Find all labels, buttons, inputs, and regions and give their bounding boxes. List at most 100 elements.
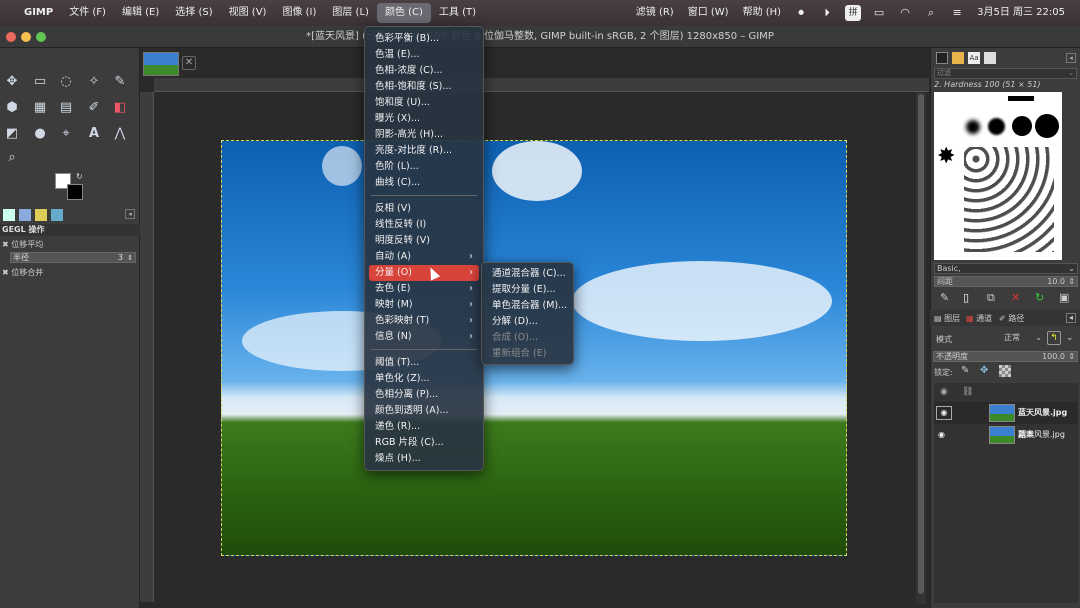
menu-item-colorize[interactable]: 单色化 (Z)...	[369, 371, 479, 387]
menu-item-posterize[interactable]: 色相分离 (P)...	[369, 387, 479, 403]
tab-channels[interactable]: ▦ 通道	[966, 313, 992, 324]
spacing-field[interactable]: 间距 10.0 ⇕	[934, 276, 1078, 287]
brush-preview[interactable]	[1012, 116, 1032, 136]
lasso-tool-icon[interactable]: ◌	[56, 72, 76, 92]
input-method-icon[interactable]: 拼	[845, 5, 862, 21]
eye-icon[interactable]: ◉	[936, 406, 952, 420]
tool-options-tab-icon[interactable]	[3, 209, 15, 221]
gegl-item-shift-merge[interactable]: ✖ 位移合并	[2, 267, 43, 278]
menu-item-levels[interactable]: 色阶 (L)...	[369, 159, 479, 175]
brush-preview[interactable]	[1035, 114, 1059, 138]
eraser-tool-icon[interactable]: ◧	[110, 98, 130, 118]
record-icon[interactable]: ⏺	[793, 5, 809, 21]
menu-view[interactable]: 视图 (V)	[221, 0, 275, 26]
play-icon[interactable]: ⏵	[819, 5, 835, 21]
control-center-icon[interactable]: ≡	[949, 5, 965, 21]
bucket-fill-tool-icon[interactable]: ◩	[2, 124, 22, 144]
tab-paths[interactable]: ✐ 路径	[999, 313, 1024, 324]
measure-tool-icon[interactable]: ⋀	[110, 124, 130, 144]
brushes-tab-icon[interactable]	[936, 52, 948, 64]
image-tab-close-button[interactable]: ✕	[182, 56, 196, 70]
menu-item-compose[interactable]: 合成 (O)...	[486, 330, 570, 346]
menu-item-mono-mixer[interactable]: 单色混合器 (M)...	[486, 298, 570, 314]
gegl-item-shift-average[interactable]: ✖ 位移平均	[2, 239, 43, 250]
battery-icon[interactable]: ▭	[871, 5, 887, 21]
images-tab-icon[interactable]	[51, 209, 63, 221]
paintbrush-tool-icon[interactable]: ✐	[84, 98, 104, 118]
mode-select[interactable]: 正常 ⌄	[1004, 331, 1042, 345]
menu-item-value-invert[interactable]: 明度反转 (V)	[369, 233, 479, 249]
menu-item-brightness-contrast[interactable]: 亮度-对比度 (R)...	[369, 143, 479, 159]
menu-file[interactable]: 文件 (F)	[61, 0, 114, 26]
menu-windows[interactable]: 窗口 (W)	[681, 0, 736, 26]
menu-item-map[interactable]: 映射 (M) ›	[369, 297, 479, 313]
menu-image[interactable]: 图像 (I)	[274, 0, 324, 26]
menu-item-auto[interactable]: 自动 (A) ›	[369, 249, 479, 265]
chevron-down-icon[interactable]: ⌄	[1068, 264, 1075, 273]
scrollbar-thumb[interactable]	[918, 94, 924, 594]
menu-item-linear-invert[interactable]: 线性反转 (I)	[369, 217, 479, 233]
lock-alpha-icon[interactable]	[999, 365, 1011, 377]
layer-row[interactable]: ◉ 蓝天风景.jpg 副本	[934, 402, 1078, 439]
radius-field[interactable]: 半径 3 ⇕	[10, 252, 136, 263]
zoom-tool-icon[interactable]: ⌕	[2, 148, 22, 168]
new-brush-icon[interactable]: ▯	[963, 291, 969, 304]
configure-tab-icon[interactable]: ◂	[1066, 313, 1076, 323]
brush-preview[interactable]	[988, 118, 1005, 135]
rect-select-tool-icon[interactable]: ▭	[30, 72, 50, 92]
stepper-icon[interactable]: ⇕	[127, 253, 133, 263]
text-tool-icon[interactable]: A	[84, 124, 104, 144]
lock-pixels-icon[interactable]: ✎	[961, 365, 969, 376]
opacity-field[interactable]: 不透明度 100.0 ⇕	[933, 351, 1078, 362]
move-tool-icon[interactable]: ✥	[2, 72, 22, 92]
smudge-tool-icon[interactable]: ●	[30, 124, 50, 144]
chevron-down-icon[interactable]: ⌄	[1068, 69, 1074, 78]
chevron-down-icon[interactable]: ⌄	[1066, 333, 1074, 343]
edit-brush-icon[interactable]: ✎	[940, 291, 949, 304]
menu-item-rgb-clip[interactable]: RGB 片段 (C)...	[369, 435, 479, 451]
image-tab-thumbnail[interactable]	[143, 52, 179, 76]
menu-item-invert[interactable]: 反相 (V)	[369, 201, 479, 217]
menu-item-dither[interactable]: 递色 (R)...	[369, 419, 479, 435]
menu-item-saturation[interactable]: 饱和度 (U)...	[369, 95, 479, 111]
search-icon[interactable]: ⌕	[923, 5, 939, 21]
menu-item-decompose[interactable]: 分解 (D)...	[486, 314, 570, 330]
undo-history-tab-icon[interactable]	[35, 209, 47, 221]
vertical-scrollbar[interactable]	[916, 92, 926, 604]
brush-grid[interactable]: ✸	[934, 92, 1062, 260]
chevron-down-icon[interactable]: ⌄	[1035, 331, 1042, 345]
patterns-tab-icon[interactable]	[952, 52, 964, 64]
vertical-ruler[interactable]	[140, 92, 154, 602]
configure-tab-icon[interactable]: ◂	[125, 209, 135, 219]
stepper-icon[interactable]: ⇕	[1068, 277, 1075, 286]
menu-item-info[interactable]: 信息 (N) ›	[369, 329, 479, 345]
menu-item-threshold[interactable]: 阈值 (T)...	[369, 355, 479, 371]
menu-item-color-balance[interactable]: 色彩平衡 (B)...	[369, 31, 479, 47]
menu-item-hot[interactable]: 燥点 (H)...	[369, 451, 479, 467]
lock-position-icon[interactable]: ✥	[980, 365, 988, 376]
menu-edit[interactable]: 编辑 (E)	[114, 0, 167, 26]
menu-item-exposure[interactable]: 曝光 (X)...	[369, 111, 479, 127]
menu-select[interactable]: 选择 (S)	[167, 0, 220, 26]
brush-preview[interactable]: ✸	[937, 144, 955, 169]
menu-filters[interactable]: 滤镜 (R)	[629, 0, 681, 26]
menu-layer[interactable]: 图层 (L)	[324, 0, 377, 26]
brush-preview[interactable]	[966, 120, 980, 134]
menu-item-shadows-highlights[interactable]: 阴影-高光 (H)...	[369, 127, 479, 143]
menu-help[interactable]: 帮助 (H)	[736, 0, 789, 26]
brush-filter-input[interactable]: 过滤 ⌄	[934, 68, 1077, 79]
path-tool-icon[interactable]: ⌖	[56, 124, 76, 144]
clock[interactable]: 3月5日 周三 22:05	[970, 0, 1072, 26]
horizontal-ruler[interactable]	[154, 78, 929, 92]
brush-preview[interactable]	[964, 147, 1054, 252]
warp-tool-icon[interactable]: ▦	[30, 98, 50, 118]
tab-layers[interactable]: ▤ 图层	[934, 313, 960, 324]
menu-item-hue-chroma[interactable]: 色相-浓度 (C)...	[369, 63, 479, 79]
transform-tool-icon[interactable]: ⬢	[2, 98, 22, 118]
apple-icon[interactable]	[0, 0, 16, 26]
layer-name[interactable]: 蓝天风景.jpg	[1018, 424, 1065, 446]
background-color-swatch[interactable]	[67, 184, 83, 200]
menu-item-channel-mixer[interactable]: 通道混合器 (C)...	[486, 266, 570, 282]
wifi-icon[interactable]: ◠	[897, 5, 913, 21]
menu-item-tone-mapping[interactable]: 色彩映射 (T) ›	[369, 313, 479, 329]
